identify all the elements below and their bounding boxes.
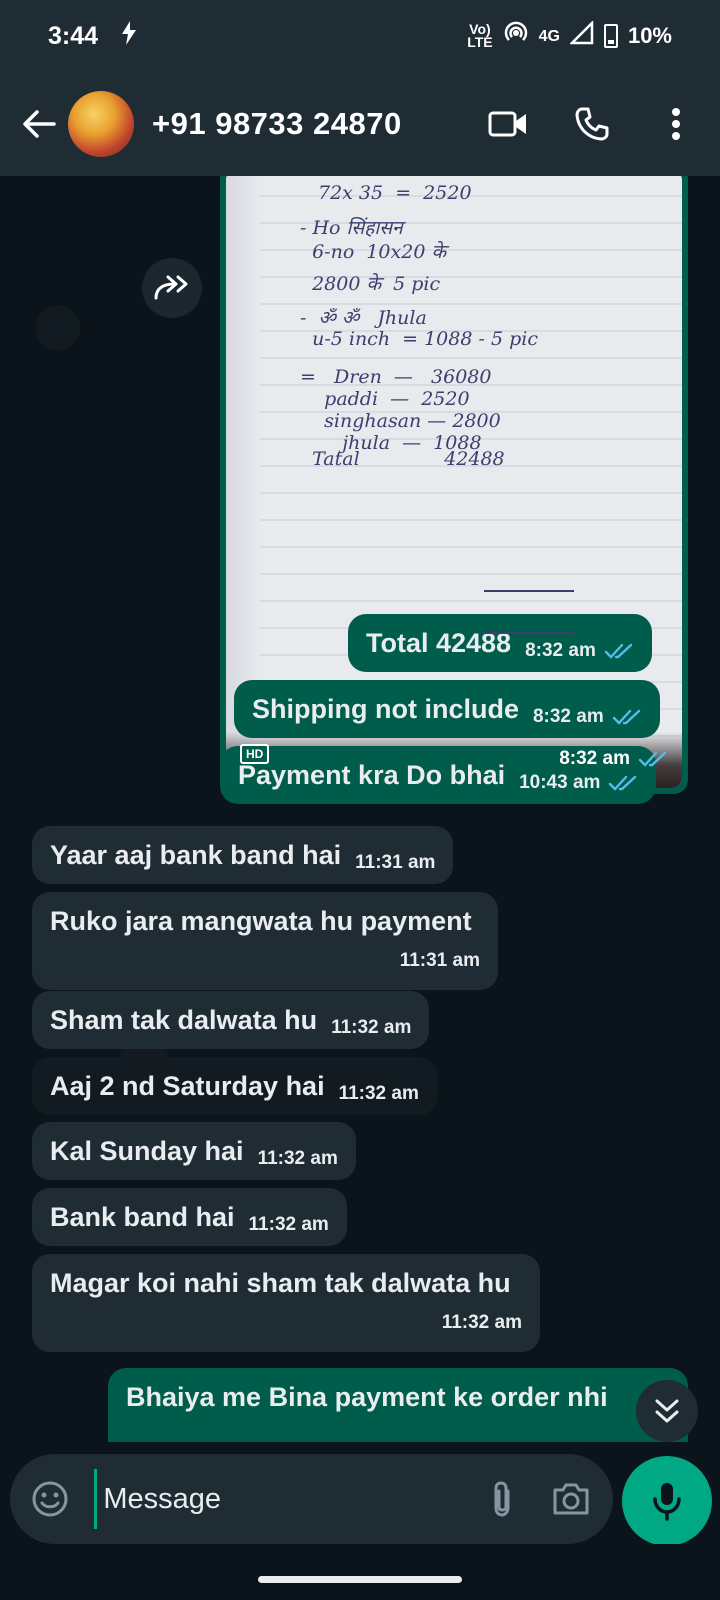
status-bar: 3:44 Vo) LTE 4G 10%: [0, 0, 720, 72]
battery-level: 10%: [627, 23, 672, 48]
message-text: Shipping not include: [252, 694, 519, 724]
back-arrow-icon: [23, 110, 56, 138]
message-time: 8:32 am: [559, 748, 630, 769]
chat-area[interactable]: 72x 35 = 2520 - Ho सिंहासन 6-no 10x20 के…: [0, 176, 720, 1442]
compose-bar: [10, 1454, 613, 1544]
incoming-message[interactable]: Kal Sunday hai 11:32 am: [32, 1122, 356, 1180]
message-input[interactable]: [94, 1469, 481, 1529]
note-sum-line: [484, 590, 574, 592]
video-call-icon: [488, 111, 526, 137]
note-line: paddi — 2520: [300, 388, 470, 410]
emoji-button[interactable]: [28, 1474, 72, 1524]
incoming-message[interactable]: Aaj 2 nd Saturday hai 11:32 am: [32, 1057, 437, 1115]
battery-icon: [603, 24, 618, 48]
more-vert-icon: [672, 108, 680, 140]
chevron-down-icon: [655, 1399, 679, 1423]
message-time: 11:32 am: [257, 1148, 338, 1169]
note-line: 2800 के 5 pic: [300, 273, 441, 295]
double-check-icon: [604, 643, 633, 659]
video-call-button[interactable]: [478, 94, 538, 154]
message-time: 11:32 am: [338, 1083, 419, 1104]
message-meta: 10:43 am: [519, 766, 638, 800]
outgoing-message[interactable]: Shipping not include 8:32 am: [234, 680, 660, 738]
double-check-icon: [638, 751, 667, 767]
message-time: 8:32 am: [532, 706, 604, 727]
forward-button[interactable]: [142, 258, 202, 318]
phone-icon: [575, 107, 609, 141]
message-text: Yaar aaj bank band hai: [50, 840, 342, 870]
message-time: 10:43 am: [519, 772, 601, 793]
more-options-button[interactable]: [646, 94, 706, 154]
message-text: Kal Sunday hai: [50, 1136, 244, 1166]
note-line: 72x 35 = 2520: [318, 182, 472, 204]
attach-button[interactable]: [480, 1474, 524, 1524]
note-line: singhasan — 2800: [300, 410, 501, 432]
message-text: Payment kra Do bhai: [238, 760, 506, 790]
scroll-down-button[interactable]: [636, 1380, 698, 1442]
forward-icon: [154, 275, 188, 300]
note-line: - ॐ ॐ Jhula: [300, 307, 427, 329]
voice-call-button[interactable]: [562, 94, 622, 154]
message-time: 11:31 am: [399, 950, 480, 971]
note-line: = Dren — 36080: [300, 366, 492, 388]
outgoing-message[interactable]: Bhaiya me Bina payment ke order nhi: [108, 1368, 688, 1442]
message-text: Ruko jara mangwata hu payment: [50, 906, 472, 936]
attach-icon: [494, 1481, 510, 1517]
network-type: 4G: [538, 27, 560, 45]
note-line: Tatal 42488: [300, 448, 505, 470]
hotspot-icon: [503, 20, 529, 52]
contact-name[interactable]: +91 98733 24870: [152, 106, 478, 142]
signal-icon: [568, 19, 594, 51]
incoming-message[interactable]: Yaar aaj bank band hai 11:31 am: [32, 826, 454, 884]
flash-icon: [120, 20, 138, 52]
message-meta: 8:32 am: [525, 634, 634, 668]
avatar[interactable]: [68, 91, 134, 157]
emoji-icon: [32, 1481, 68, 1517]
chat-header: +91 98733 24870: [0, 72, 720, 176]
note-line: - Ho सिंहासन: [300, 217, 403, 239]
hd-badge: HD: [240, 744, 270, 764]
message-text: Sham tak dalwata hu: [50, 1005, 318, 1035]
system-nav-bar: [0, 1544, 720, 1600]
message-time: 8:32 am: [525, 640, 596, 661]
message-meta: 8:32 am: [533, 700, 642, 734]
message-time: 11:31 am: [355, 852, 436, 873]
message-time: 11:32 am: [248, 1214, 329, 1235]
note-line: u-5 inch = 1088 - 5 pic: [300, 328, 538, 350]
incoming-message[interactable]: Magar koi nahi sham tak dalwata hu 11:32…: [32, 1254, 540, 1352]
voice-message-button[interactable]: [622, 1456, 712, 1546]
outgoing-message[interactable]: Total 42488 8:32 am: [348, 614, 652, 672]
message-text: Magar koi nahi sham tak dalwata hu: [50, 1268, 511, 1298]
message-time: 11:32 am: [331, 1017, 412, 1038]
message-text: Bhaiya me Bina payment ke order nhi: [126, 1382, 608, 1412]
incoming-message[interactable]: Sham tak dalwata hu 11:32 am: [32, 991, 430, 1049]
volte-indicator: Vo) LTE: [467, 21, 493, 50]
message-meta: 8:32 am: [559, 748, 668, 770]
camera-icon: [553, 1483, 589, 1515]
message-text: Bank band hai: [50, 1202, 235, 1232]
double-check-icon: [612, 709, 640, 725]
home-gesture-bar[interactable]: [258, 1576, 462, 1583]
double-check-icon: [609, 775, 637, 791]
message-text: Aaj 2 nd Saturday hai: [50, 1071, 325, 1101]
mic-icon: [653, 1483, 681, 1521]
camera-button[interactable]: [549, 1474, 593, 1524]
incoming-message[interactable]: Ruko jara mangwata hu payment 11:31 am: [32, 892, 498, 990]
back-button[interactable]: [10, 94, 68, 154]
incoming-message[interactable]: Bank band hai 11:32 am: [32, 1188, 347, 1246]
status-time: 3:44: [48, 21, 99, 50]
note-line: 6-no 10x20 के: [300, 241, 447, 263]
message-time: 11:32 am: [441, 1312, 522, 1333]
note-total-underline: [484, 632, 574, 634]
